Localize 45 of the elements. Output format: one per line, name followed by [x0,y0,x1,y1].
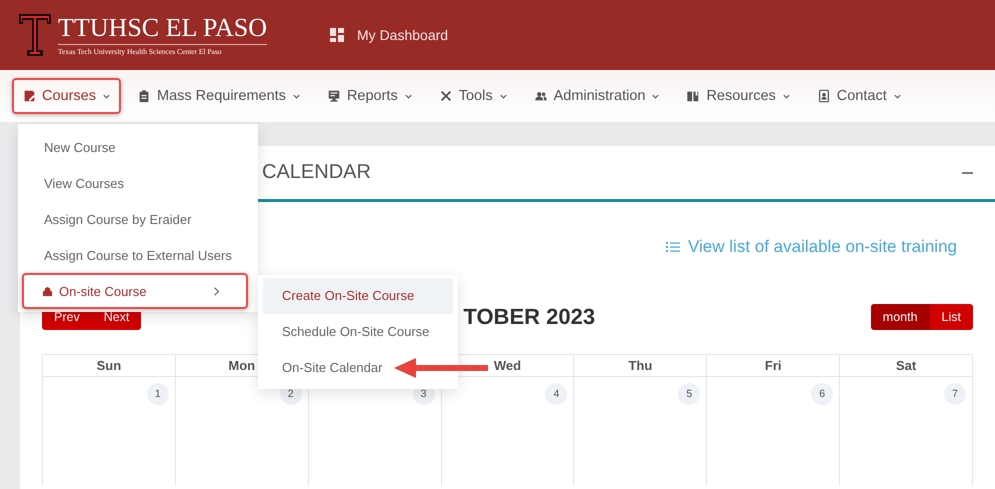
weekday-header: Sat [896,358,916,373]
submenu-item[interactable]: Create On-Site Course [263,278,453,314]
clipboard-pen-icon [22,89,36,103]
tools-icon [438,89,453,103]
weekday-header: Wed [494,358,522,373]
minimize-icon[interactable] [962,172,973,174]
nav-menu-item[interactable]: Mass Requirements [127,78,311,114]
month-title: TOBER 2023 [463,304,596,330]
logo-title: TTUHSC EL PASO [58,14,268,45]
nav-menu-item[interactable]: Tools [428,78,518,114]
nav-menu-item[interactable]: Contact [806,78,912,114]
card-title: CALENDAR [262,161,371,184]
submenu-item[interactable]: On-Site Calendar [263,350,453,386]
weekday-header: Fri [764,358,782,373]
monitor-icon [326,89,341,103]
view-button[interactable]: List [930,304,973,330]
date-number: 5 [678,383,700,405]
menu-item[interactable]: Assign Course to External Users [18,237,258,273]
menu-item[interactable]: View Courses [18,165,258,201]
people-icon [534,89,548,103]
double-t-logo-icon [18,13,52,57]
weekday-header: Mon [228,358,256,373]
view-button[interactable]: month [870,304,930,330]
nav-menu-item[interactable]: Resources [676,78,801,114]
date-number: 4 [545,383,568,405]
nav-menu-item[interactable]: Courses [12,78,121,114]
dashboard-icon [329,27,346,43]
date-number: 6 [811,383,834,405]
weekday-header: Thu [628,358,652,373]
menu-item[interactable]: Assign Course by Eraider [18,201,258,237]
menu-item[interactable]: New Course [18,129,258,165]
dashboard-link[interactable]: My Dashboard [329,27,448,43]
building-icon [42,286,53,296]
nav-menu-item[interactable]: Reports [316,78,423,114]
nav-menu-item[interactable]: Administration [524,78,670,114]
menu-item[interactable]: On-site Course [22,273,248,309]
contact-card-icon [816,89,831,103]
list-icon [666,240,680,254]
book-icon [686,89,700,103]
weekday-header: Sun [96,358,122,373]
chevron-right-icon [211,286,222,296]
date-number: 7 [944,383,966,405]
submenu-item[interactable]: Schedule On-Site Course [263,314,453,350]
clipboard-icon [137,89,151,103]
date-number: 1 [146,383,169,405]
